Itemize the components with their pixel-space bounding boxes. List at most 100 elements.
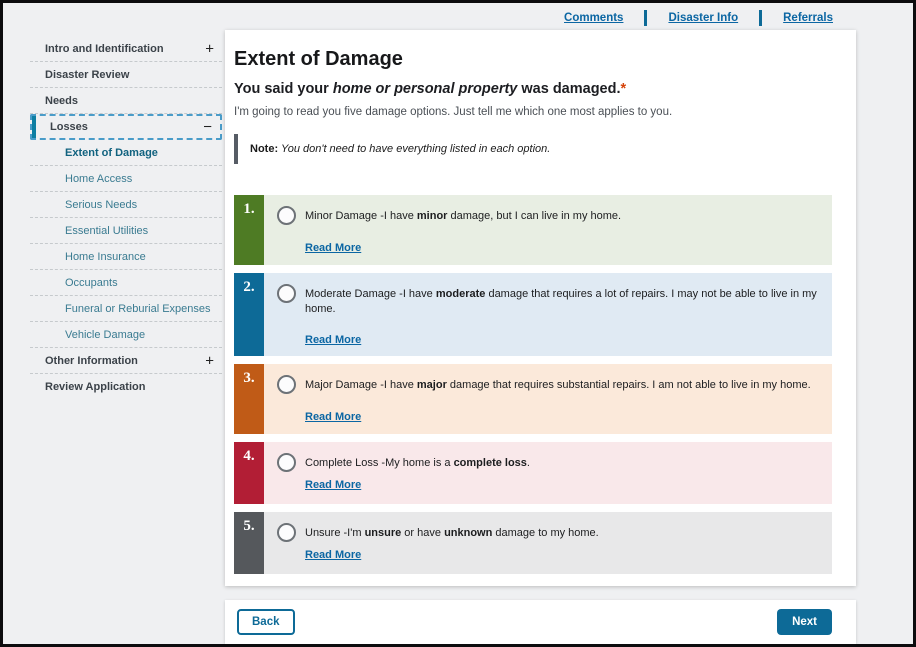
damage-option-row: 1. Minor Damage -I have minor damage, bu… <box>234 195 832 265</box>
sidebar-item-label: Other Information <box>30 355 138 367</box>
nav-link-comments[interactable]: Comments <box>564 12 623 24</box>
text-segment: Major Damage -I have <box>305 379 417 391</box>
text-segment: Minor Damage -I have <box>305 210 417 222</box>
sidebar-item-home-insurance[interactable]: Home Insurance <box>30 244 222 270</box>
text-segment: Note: <box>250 143 278 155</box>
sidebar-navigation: Intro and Identification + Disaster Review… <box>30 36 222 400</box>
read-more-link[interactable]: Read More <box>305 242 361 254</box>
read-more-link[interactable]: Read More <box>305 479 361 491</box>
text-segment: damage, but I can live in my home. <box>447 210 621 222</box>
next-button[interactable]: Next <box>777 609 832 635</box>
expand-plus-icon[interactable]: + <box>205 353 214 368</box>
text-segment: moderate <box>436 288 486 300</box>
expand-plus-icon[interactable]: + <box>205 41 214 56</box>
sidebar-item-review-application[interactable]: Review Application <box>30 374 222 400</box>
option-number-block: 3. <box>234 364 264 434</box>
nav-link-referrals[interactable]: Referrals <box>783 12 833 24</box>
option-number-block: 2. <box>234 273 264 356</box>
sidebar-item-label: Disaster Review <box>30 69 129 81</box>
damage-options-list: 1. Minor Damage -I have minor damage, bu… <box>234 195 832 574</box>
sidebar-item-label: Essential Utilities <box>30 225 148 237</box>
question-subtitle: You said your home or personal property … <box>234 81 832 97</box>
sidebar-item-label: Review Application <box>30 381 145 393</box>
radio-button[interactable] <box>277 523 296 542</box>
text-segment: You said your <box>234 81 333 97</box>
option-body: Minor Damage -I have minor damage, but I… <box>264 195 832 265</box>
sidebar-item-other-information[interactable]: Other Information + <box>30 348 222 374</box>
text-segment: damage to my home. <box>492 527 598 539</box>
sidebar-item-label: Funeral or Reburial Expenses <box>30 303 211 315</box>
sidebar-item-occupants[interactable]: Occupants <box>30 270 222 296</box>
option-number-block: 1. <box>234 195 264 265</box>
page-title: Extent of Damage <box>234 48 832 71</box>
nav-separator <box>759 10 762 26</box>
option-body: Unsure -I'm unsure or have unknown damag… <box>264 512 832 574</box>
sidebar-item-label: Intro and Identification <box>30 43 164 55</box>
option-text: Complete Loss -My home is a complete los… <box>305 453 530 471</box>
text-segment: was damaged. <box>517 81 620 97</box>
text-segment: home or personal property <box>333 81 518 97</box>
sidebar-item-label: Home Access <box>30 173 132 185</box>
sidebar-item-label: Home Insurance <box>30 251 146 263</box>
damage-option-row: 2. Moderate Damage -I have moderate dama… <box>234 273 832 356</box>
back-button[interactable]: Back <box>237 609 295 635</box>
text-segment: Moderate Damage -I have <box>305 288 436 300</box>
read-more-link[interactable]: Read More <box>305 549 361 561</box>
option-body: Complete Loss -My home is a complete los… <box>264 442 832 504</box>
nav-link-disaster-info[interactable]: Disaster Info <box>668 12 738 24</box>
damage-option-row: 5. Unsure -I'm unsure or have unknown da… <box>234 512 832 574</box>
text-segment: complete loss <box>454 457 527 469</box>
text-segment: Unsure -I'm <box>305 527 365 539</box>
text-segment: * <box>621 81 627 97</box>
read-more-link[interactable]: Read More <box>305 334 361 346</box>
radio-button[interactable] <box>277 453 296 472</box>
top-navigation: Comments Disaster Info Referrals <box>564 10 833 26</box>
text-segment: . <box>527 457 530 469</box>
intro-text: I'm going to read you five damage option… <box>234 106 832 118</box>
text-segment: unsure <box>365 527 402 539</box>
radio-button[interactable] <box>277 284 296 303</box>
sidebar-item-home-access[interactable]: Home Access <box>30 166 222 192</box>
read-more-link[interactable]: Read More <box>305 411 361 423</box>
sidebar-item-extent-of-damage[interactable]: Extent of Damage <box>30 140 222 166</box>
option-number-block: 5. <box>234 512 264 574</box>
sidebar-item-label: Extent of Damage <box>30 147 158 159</box>
damage-option-row: 3. Major Damage -I have major damage tha… <box>234 364 832 434</box>
option-text: Minor Damage -I have minor damage, but I… <box>305 206 621 224</box>
sidebar-item-vehicle-damage[interactable]: Vehicle Damage <box>30 322 222 348</box>
sidebar-item-funeral-or-reburial-expenses[interactable]: Funeral or Reburial Expenses <box>30 296 222 322</box>
option-body: Moderate Damage -I have moderate damage … <box>264 273 832 356</box>
sidebar-item-needs[interactable]: Needs <box>30 88 222 114</box>
sidebar-item-losses[interactable]: Losses − <box>30 114 222 140</box>
note-callout: Note: You don't need to have everything … <box>234 134 832 164</box>
text-segment: You don't need to have everything listed… <box>278 143 550 155</box>
application-window: Comments Disaster Info Referrals Intro and… <box>0 0 916 647</box>
sidebar-item-label: Needs <box>30 95 78 107</box>
sidebar-item-serious-needs[interactable]: Serious Needs <box>30 192 222 218</box>
sidebar-item-intro-and-identification[interactable]: Intro and Identification + <box>30 36 222 62</box>
footer-action-bar: Back Next <box>225 600 856 644</box>
sidebar-item-label: Losses <box>32 121 88 133</box>
sidebar-item-label: Occupants <box>30 277 118 289</box>
option-body: Major Damage -I have major damage that r… <box>264 364 832 434</box>
option-text: Unsure -I'm unsure or have unknown damag… <box>305 523 599 541</box>
option-text: Moderate Damage -I have moderate damage … <box>305 284 818 317</box>
sidebar-item-disaster-review[interactable]: Disaster Review <box>30 62 222 88</box>
option-text: Major Damage -I have major damage that r… <box>305 375 811 393</box>
text-segment: unknown <box>444 527 492 539</box>
damage-option-row: 4. Complete Loss -My home is a complete … <box>234 442 832 504</box>
radio-button[interactable] <box>277 375 296 394</box>
text-segment: damage that requires substantial repairs… <box>447 379 811 391</box>
collapse-minus-icon[interactable]: − <box>203 120 212 135</box>
sidebar-item-label: Serious Needs <box>30 199 137 211</box>
option-number-block: 4. <box>234 442 264 504</box>
nav-separator <box>644 10 647 26</box>
radio-button[interactable] <box>277 206 296 225</box>
text-segment: or have <box>401 527 444 539</box>
text-segment: Complete Loss -My home is a <box>305 457 454 469</box>
text-segment: major <box>417 379 447 391</box>
sidebar-item-essential-utilities[interactable]: Essential Utilities <box>30 218 222 244</box>
sidebar-item-label: Vehicle Damage <box>30 329 145 341</box>
text-segment: minor <box>417 210 448 222</box>
main-content-card: Extent of Damage You said your home or p… <box>225 30 856 586</box>
